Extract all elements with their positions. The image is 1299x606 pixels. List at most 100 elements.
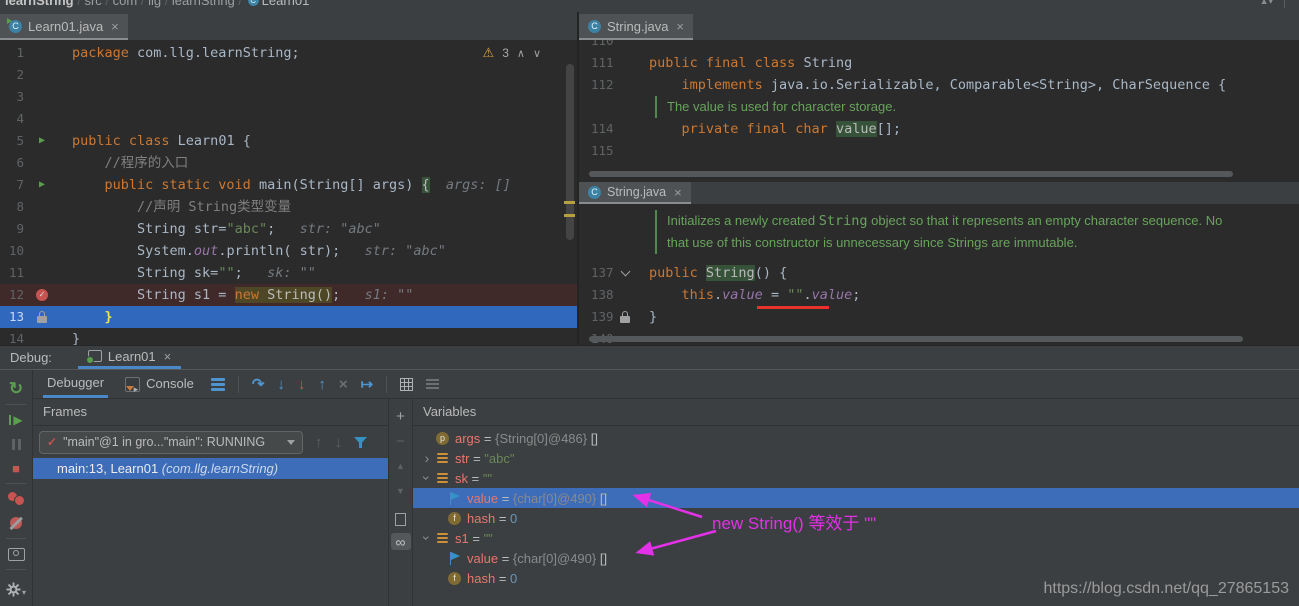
tab-console[interactable]: Console [121, 370, 198, 398]
variable-value: [] [591, 431, 598, 446]
breadcrumb-item[interactable]: learnString [172, 0, 235, 8]
run-to-cursor-button[interactable]: ↦ [361, 375, 374, 393]
variable-row[interactable]: value = {char[0]@490} [] [413, 548, 1299, 568]
run-gutter-icon[interactable]: ▶ [39, 174, 45, 196]
code-line: 8 //声明 String类型变量 [0, 196, 577, 218]
close-icon[interactable]: × [674, 185, 682, 200]
force-step-into-button[interactable]: ↓ [298, 376, 306, 393]
close-icon[interactable]: × [676, 19, 684, 34]
variable-row[interactable]: value = {char[0]@490} [] [413, 488, 1299, 508]
next-frame-button[interactable]: ↓ [335, 434, 343, 451]
breadcrumb-item[interactable]: com [113, 0, 138, 8]
code-line: The value is used for character storage. [579, 96, 1299, 118]
horizontal-scrollbar[interactable] [589, 336, 1243, 342]
prev-frame-button[interactable]: ↑ [315, 434, 323, 451]
code-line: that use of this constructor is unnecess… [579, 232, 1299, 254]
tree-chevron-icon[interactable]: › [419, 470, 435, 486]
line-number: 12 [0, 284, 30, 306]
close-icon[interactable]: × [111, 19, 119, 34]
code-editor-string-constructor[interactable]: Initializes a newly created String objec… [579, 204, 1299, 350]
variable-row[interactable]: ›str = "abc" [413, 448, 1299, 468]
breadcrumb-item[interactable]: Learn01 [262, 0, 310, 8]
settings-equalizer-icon[interactable] [426, 379, 439, 389]
lock-icon [620, 316, 630, 323]
gutter [615, 232, 635, 254]
code-editor-learn01[interactable]: 1package com.llg.learnString;2345▶public… [0, 40, 577, 345]
line-number: 138 [579, 284, 615, 306]
field-icon [435, 452, 450, 465]
tab-string-java-top[interactable]: C String.java × [579, 14, 693, 40]
gutter [30, 64, 54, 86]
breadcrumb-separator: / [102, 0, 113, 8]
move-watch-up-button[interactable]: ▲ [396, 457, 405, 475]
breakpoint-icon[interactable]: ✓ [36, 289, 48, 301]
thread-dropdown[interactable]: ✓ "main"@1 in gro..."main": RUNNING [39, 431, 303, 454]
tab-learn01-java[interactable]: C Learn01.java × [0, 14, 128, 40]
tab-string-java-bottom[interactable]: C String.java × [579, 182, 691, 204]
editor-right-column: C String.java × 110111public final class… [579, 12, 1299, 345]
line-number: 137 [579, 262, 615, 284]
pause-button[interactable] [0, 432, 32, 456]
gutter [30, 306, 54, 328]
tab-debugger[interactable]: Debugger [43, 370, 108, 398]
inspection-widget[interactable]: ⚠ 3 ∧ ∨ [483, 45, 541, 61]
code-text: public class Learn01 { [54, 130, 251, 152]
code-text: String str="abc"; str: "abc" [54, 218, 381, 240]
breadcrumb-project[interactable]: learnString [5, 0, 74, 8]
code-line: 7▶ public static void main(String[] args… [0, 174, 577, 196]
move-watch-down-button[interactable]: ▼ [396, 482, 405, 500]
run-widget-icon[interactable]: ▲▾ [1260, 0, 1273, 7]
settings-gear-button[interactable]: ▾ [0, 573, 32, 597]
debug-session-tab[interactable]: Learn01 × [78, 346, 181, 369]
camera-button[interactable] [0, 542, 32, 566]
variable-name: hash [467, 571, 495, 586]
view-breakpoints-grid-icon[interactable] [400, 378, 413, 391]
code-text: implements java.io.Serializable, Compara… [635, 74, 1226, 96]
variable-row[interactable]: ›sk = "" [413, 468, 1299, 488]
view-breakpoints-button[interactable] [0, 487, 32, 511]
next-warning-icon[interactable]: ∨ [533, 47, 541, 60]
rerun-button[interactable]: ↻ [0, 377, 32, 401]
mute-breakpoints-button[interactable] [0, 511, 32, 535]
breadcrumb[interactable]: learnString / src / com / llg / learnStr… [0, 0, 1299, 11]
code-text [54, 86, 72, 108]
stack-frame-row[interactable]: main:13, Learn01 (com.llg.learnString) [33, 458, 388, 479]
run-gutter-icon[interactable]: ▶ [39, 130, 45, 152]
filter-icon[interactable] [354, 437, 367, 448]
horizontal-scrollbar[interactable] [589, 171, 1233, 177]
tree-chevron-icon[interactable]: › [419, 530, 435, 546]
variable-type: {char[0]@490} [513, 491, 600, 506]
variable-row[interactable]: pargs = {String[0]@486} [] [413, 428, 1299, 448]
breadcrumb-item[interactable]: llg [148, 0, 161, 8]
add-watch-button[interactable]: + [396, 407, 405, 425]
layout-settings-icon[interactable] [211, 378, 225, 391]
step-into-button[interactable]: ↓ [277, 376, 285, 393]
fold-icon[interactable] [620, 267, 630, 277]
class-run-icon: C [9, 20, 22, 33]
equals-sign: = [469, 451, 484, 466]
stop-button[interactable]: ■ [0, 456, 32, 480]
step-over-button[interactable]: ↷ [252, 375, 265, 393]
drop-frame-button[interactable]: × [339, 376, 348, 393]
duplicate-watch-icon[interactable] [395, 513, 406, 526]
gutter [615, 284, 635, 306]
close-icon[interactable]: × [164, 349, 172, 364]
gutter [30, 152, 54, 174]
remove-watch-button[interactable]: − [396, 432, 405, 450]
code-text: Initializes a newly created String objec… [655, 210, 1222, 232]
show-watches-button[interactable]: ∞ [391, 533, 411, 550]
code-line: 2 [0, 64, 577, 86]
prev-warning-icon[interactable]: ∧ [517, 47, 525, 60]
frame-package: (com.llg.learnString) [162, 461, 278, 476]
warning-stripe-mark[interactable] [564, 214, 575, 217]
resume-button[interactable]: ▶ [0, 408, 32, 432]
tree-chevron-icon[interactable]: › [419, 450, 435, 466]
code-text: } [635, 306, 657, 328]
step-out-button[interactable]: ↑ [318, 376, 326, 393]
line-number: 110 [579, 40, 615, 52]
breadcrumb-item[interactable]: src [84, 0, 101, 8]
code-editor-string-class[interactable]: 110111public final class String112 imple… [579, 40, 1299, 182]
field_final-icon: f [447, 572, 462, 585]
gutter: ✓ [30, 284, 54, 306]
warning-stripe-mark[interactable] [564, 201, 575, 204]
